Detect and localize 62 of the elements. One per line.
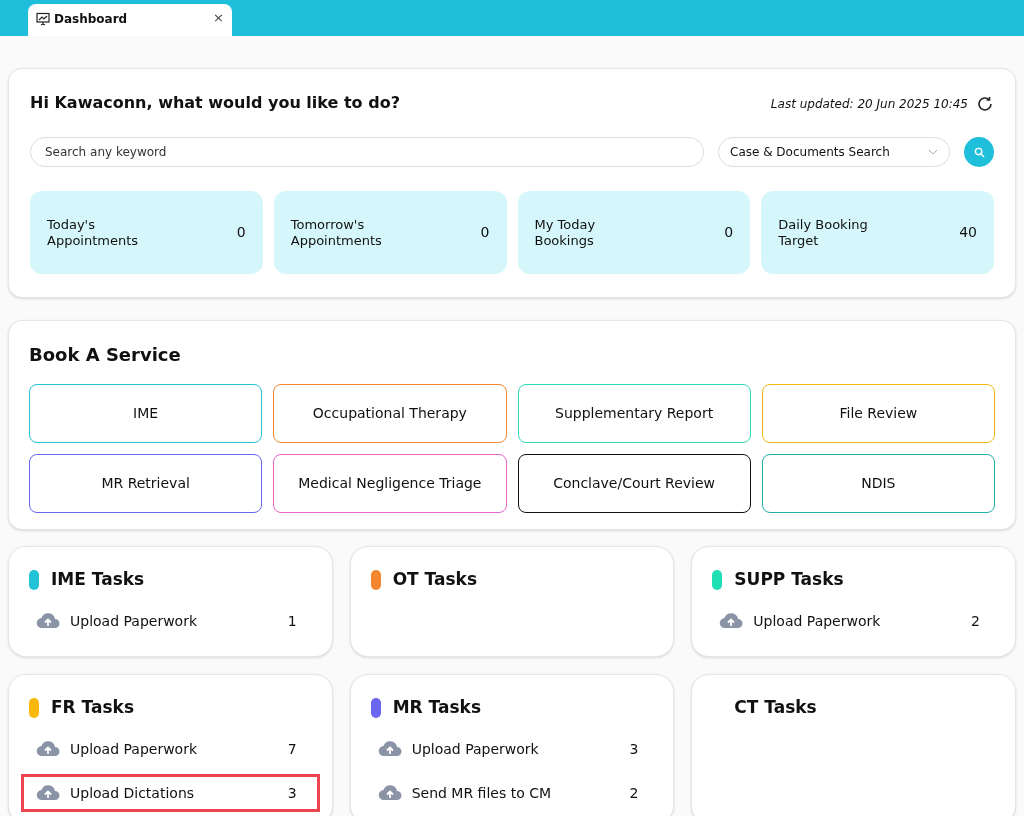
task-count: 3 xyxy=(287,783,297,803)
task-group-title: CT Tasks xyxy=(734,696,817,720)
task-group-title: FR Tasks xyxy=(51,696,135,720)
last-updated-text: Last updated: 20 Jun 2025 10:45 xyxy=(770,96,968,113)
chevron-down-icon xyxy=(928,149,938,155)
service-button[interactable]: Conclave/Court Review xyxy=(517,454,751,513)
task-label: Upload Dictations xyxy=(70,783,195,803)
service-button[interactable]: File Review xyxy=(761,384,995,443)
stat-value: 40 xyxy=(959,223,977,242)
stat-card[interactable]: Today's Appointments 0 xyxy=(30,191,263,274)
stat-value: 0 xyxy=(724,223,734,242)
cloud-upload-icon xyxy=(719,613,744,629)
dashboard-tab[interactable]: Dashboard × xyxy=(28,4,232,36)
task-count: 1 xyxy=(287,611,297,631)
task-count: 3 xyxy=(629,739,639,759)
greeting-heading: Hi Kawaconn, what would you like to do? xyxy=(30,92,400,114)
stat-label: Tomorrow's Appointments xyxy=(290,216,383,249)
task-group-title: SUPP Tasks xyxy=(734,568,844,592)
task-label: Upload Paperwork xyxy=(70,611,198,631)
task-label: Upload Paperwork xyxy=(70,739,198,759)
stat-card[interactable]: Daily Booking Target 40 xyxy=(761,191,994,274)
service-button[interactable]: MR Retrieval xyxy=(29,454,263,513)
task-count: 7 xyxy=(287,739,297,759)
task-group-title: IME Tasks xyxy=(51,568,145,592)
task-row[interactable]: Upload Paperwork 2 xyxy=(704,602,1003,640)
task-row[interactable]: Upload Paperwork 1 xyxy=(21,602,320,640)
task-row[interactable]: Upload Paperwork 3 xyxy=(362,730,662,768)
stat-card[interactable]: My Today Bookings 0 xyxy=(517,191,751,274)
task-label: Upload Paperwork xyxy=(753,611,881,631)
cloud-upload-icon xyxy=(36,741,60,757)
cloud-upload-icon xyxy=(377,785,402,801)
service-button[interactable]: IME xyxy=(29,384,263,443)
task-label: Send MR files to CM xyxy=(411,783,552,803)
stat-value: 0 xyxy=(480,223,490,242)
close-tab-button[interactable]: × xyxy=(213,12,224,24)
refresh-icon[interactable] xyxy=(976,95,994,113)
cloud-upload-icon xyxy=(36,785,60,801)
cloud-upload-icon xyxy=(36,613,60,629)
service-button[interactable]: Supplementary Report xyxy=(517,384,751,443)
stat-label: Daily Booking Target xyxy=(778,216,869,249)
task-count: 2 xyxy=(971,611,980,631)
task-row[interactable]: Send MR files to CM 2 xyxy=(362,774,662,812)
service-button[interactable]: Medical Negligence Triage xyxy=(273,454,507,513)
stat-value: 0 xyxy=(236,223,246,242)
service-button[interactable]: NDIS xyxy=(761,454,995,513)
stat-label: My Today Bookings xyxy=(534,216,597,249)
task-row[interactable]: Upload Dictations 3 xyxy=(21,774,320,812)
service-button[interactable]: Occupational Therapy xyxy=(273,384,507,443)
dropdown-value: Case & Documents Search xyxy=(730,144,890,161)
tab-label: Dashboard xyxy=(54,12,128,26)
task-row[interactable]: Upload Paperwork 7 xyxy=(21,730,320,768)
search-icon xyxy=(973,146,985,158)
task-count: 2 xyxy=(629,783,639,803)
keyword-search-field[interactable]: Search any keyword xyxy=(30,137,704,167)
task-label: Upload Paperwork xyxy=(411,739,539,759)
task-group-title: OT Tasks xyxy=(392,568,478,592)
cloud-upload-icon xyxy=(377,741,402,757)
stat-card[interactable]: Tomorrow's Appointments 0 xyxy=(273,191,507,274)
section-heading: Book A Service xyxy=(29,343,182,367)
stat-label: Today's Appointments xyxy=(47,216,140,249)
presentation-chart-icon xyxy=(36,12,50,26)
task-group-title: MR Tasks xyxy=(392,696,481,720)
